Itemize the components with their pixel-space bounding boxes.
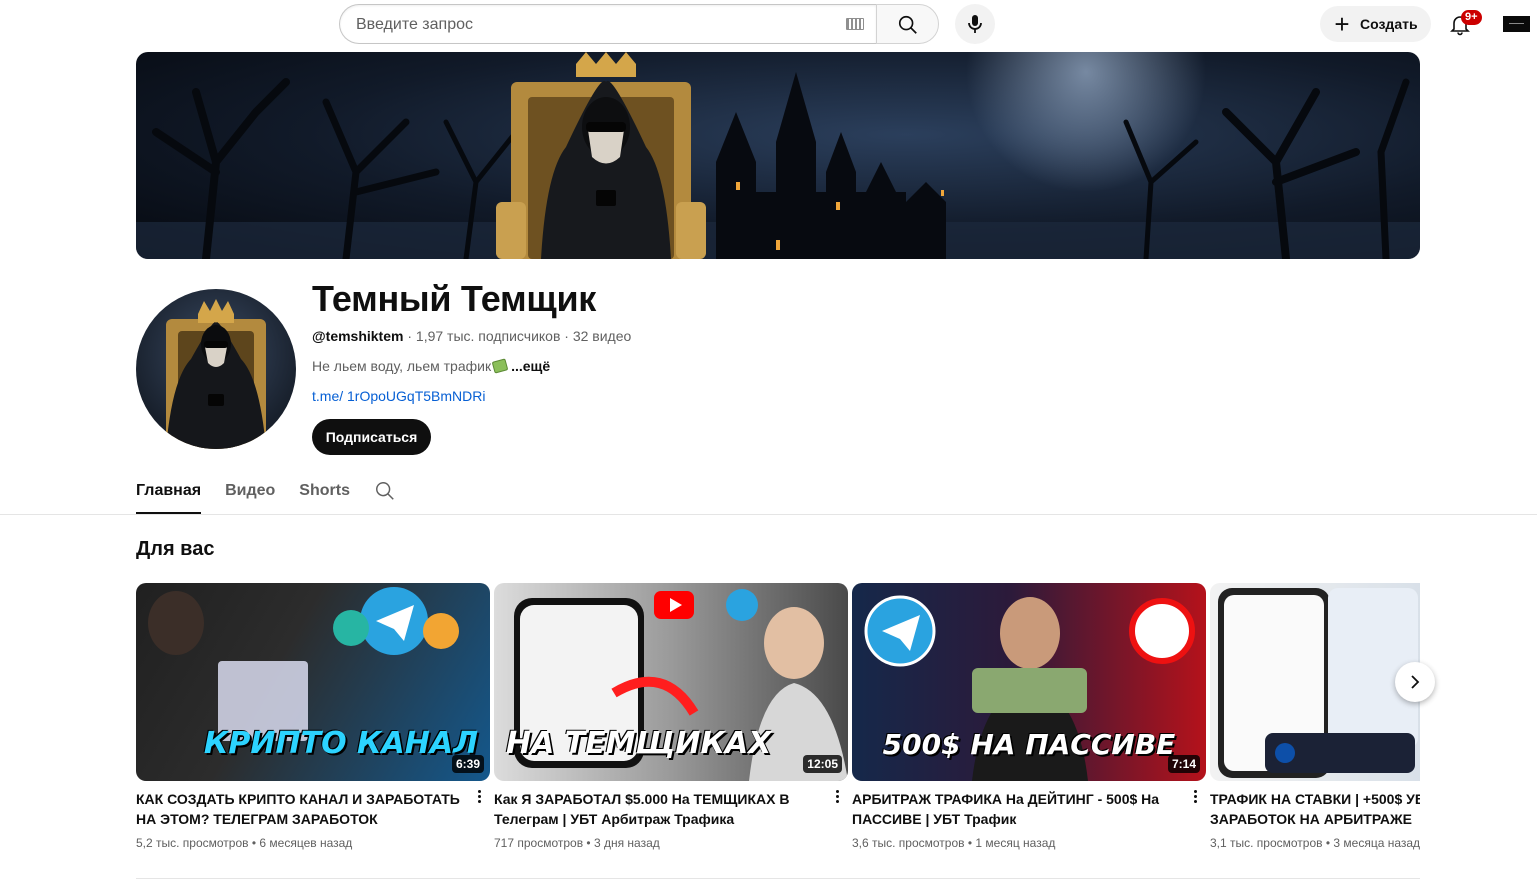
create-button-label: Создать (1360, 16, 1418, 32)
thumbnail-text: 500$ НА ПАССИВЕ (882, 728, 1176, 761)
video-thumbnail[interactable] (1210, 583, 1420, 781)
video-shelf: КРИПТО КАНАЛ 6:39 КАК СОЗДАТЬ КРИПТО КАН… (136, 583, 1420, 873)
more-vert-icon[interactable] (1192, 788, 1198, 808)
section-title: Для вас (136, 538, 215, 560)
subscribe-button[interactable]: Подписаться (312, 419, 431, 455)
more-vert-icon[interactable] (476, 788, 482, 808)
description-text: Не льем воду, льем трафик (312, 358, 492, 374)
video-duration: 12:05 (803, 755, 842, 773)
video-duration: 7:14 (1167, 755, 1200, 773)
video-card[interactable]: НА ТЕМЩИКАХ 12:05 Как Я ЗАРАБОТАЛ $5.000… (494, 583, 848, 850)
money-emoji-icon (491, 358, 509, 374)
video-meta: 5,2 тыс. просмотров • 6 месяцев назад (136, 836, 353, 850)
channel-meta: @temshiktem · 1,97 тыс. подписчиков · 32… (312, 328, 631, 344)
banner-artwork (136, 52, 1420, 259)
tab-home[interactable]: Главная (136, 474, 202, 514)
video-title[interactable]: Как Я ЗАРАБОТАЛ $5.000 На ТЕМЩИКАХ В Тел… (494, 789, 819, 829)
search-box[interactable] (339, 4, 876, 44)
shelf-next-button[interactable] (1395, 662, 1435, 702)
channel-banner (136, 52, 1420, 259)
chevron-right-icon (1411, 675, 1420, 689)
channel-description[interactable]: Не льем воду, льем трафик ...ещё (312, 358, 550, 374)
video-thumbnail[interactable]: 500$ НА ПАССИВЕ 7:14 (852, 583, 1206, 781)
section-divider (136, 878, 1420, 879)
more-vert-icon[interactable] (834, 788, 840, 808)
video-meta: 3,1 тыс. просмотров • 3 месяца назад (1210, 836, 1420, 850)
keyboard-icon[interactable] (846, 18, 864, 30)
tab-videos[interactable]: Видео (225, 474, 275, 514)
video-thumbnail[interactable]: НА ТЕМЩИКАХ 12:05 (494, 583, 848, 781)
video-meta: 717 просмотров • 3 дня назад (494, 836, 660, 850)
description-more-link[interactable]: ...ещё (511, 358, 550, 374)
account-avatar[interactable] (1503, 16, 1530, 32)
channel-stats: · 1,97 тыс. подписчиков · 32 видео (403, 328, 632, 344)
channel-avatar[interactable] (136, 289, 296, 449)
mic-icon (968, 15, 982, 33)
video-title[interactable]: ТРАФИК НА СТАВКИ | +500$ УБТ АРБИТРАЖ | … (1210, 789, 1420, 829)
video-title[interactable]: КАК СОЗДАТЬ КРИПТО КАНАЛ И ЗАРАБОТАТЬ НА… (136, 789, 461, 829)
video-card[interactable]: 500$ НА ПАССИВЕ 7:14 АРБИТРАЖ ТРАФИКА На… (852, 583, 1206, 850)
thumbnail-text: НА ТЕМЩИКАХ (506, 726, 772, 761)
channel-tabs: Главная Видео Shorts (136, 474, 374, 514)
search-button[interactable] (876, 4, 939, 44)
thumbnail-artwork (1218, 588, 1418, 778)
channel-handle: @temshiktem (312, 328, 404, 344)
notification-badge: 9+ (1461, 10, 1482, 25)
video-duration: 6:39 (451, 755, 484, 773)
video-card[interactable]: ТРАФИК НА СТАВКИ | +500$ УБТ АРБИТРАЖ | … (1210, 583, 1420, 850)
avatar-artwork (166, 299, 266, 449)
video-card[interactable]: КРИПТО КАНАЛ 6:39 КАК СОЗДАТЬ КРИПТО КАН… (136, 583, 490, 850)
video-thumbnail[interactable]: КРИПТО КАНАЛ 6:39 (136, 583, 490, 781)
search-icon (898, 15, 917, 34)
tabs-divider (0, 514, 1537, 515)
video-meta: 3,6 тыс. просмотров • 1 месяц назад (852, 836, 1056, 850)
create-button[interactable]: + Создать (1320, 6, 1431, 42)
top-bar: + Создать 9+ (0, 0, 1537, 48)
search-icon[interactable] (374, 480, 396, 502)
channel-link[interactable]: t.me/ 1rOpoUGqT5BmNDRi (312, 388, 485, 404)
channel-name: Темный Темщик (312, 278, 596, 319)
voice-search-button[interactable] (955, 4, 995, 44)
plus-icon: + (1334, 9, 1350, 39)
tab-shorts[interactable]: Shorts (299, 474, 350, 514)
search-input[interactable] (356, 14, 826, 36)
video-title[interactable]: АРБИТРАЖ ТРАФИКА На ДЕЙТИНГ - 500$ На ПА… (852, 789, 1177, 829)
thumbnail-text: КРИПТО КАНАЛ (203, 726, 478, 761)
